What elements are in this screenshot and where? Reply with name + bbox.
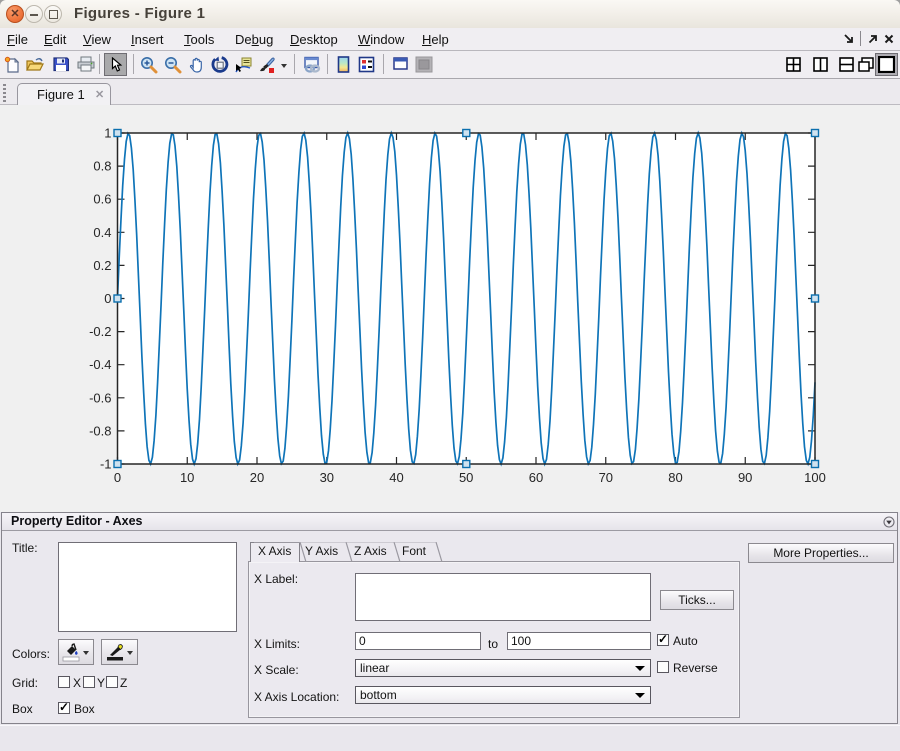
svg-text:60: 60: [529, 470, 543, 485]
svg-text:0.2: 0.2: [93, 258, 111, 273]
svg-text:1: 1: [104, 126, 111, 141]
svg-text:-0.2: -0.2: [89, 324, 111, 339]
svg-text:80: 80: [668, 470, 682, 485]
svg-text:50: 50: [459, 470, 473, 485]
svg-text:0.8: 0.8: [93, 159, 111, 174]
svg-text:30: 30: [320, 470, 334, 485]
svg-text:-1: -1: [100, 457, 112, 472]
svg-text:-0.4: -0.4: [89, 357, 111, 372]
svg-text:100: 100: [804, 470, 826, 485]
svg-text:0: 0: [104, 291, 111, 306]
svg-text:-0.8: -0.8: [89, 423, 111, 438]
svg-text:0.4: 0.4: [93, 225, 111, 240]
svg-text:-0.6: -0.6: [89, 390, 111, 405]
svg-text:40: 40: [389, 470, 403, 485]
svg-text:0: 0: [114, 470, 121, 485]
svg-text:0.6: 0.6: [93, 192, 111, 207]
svg-text:90: 90: [738, 470, 752, 485]
svg-text:20: 20: [250, 470, 264, 485]
svg-text:70: 70: [599, 470, 613, 485]
svg-text:10: 10: [180, 470, 194, 485]
